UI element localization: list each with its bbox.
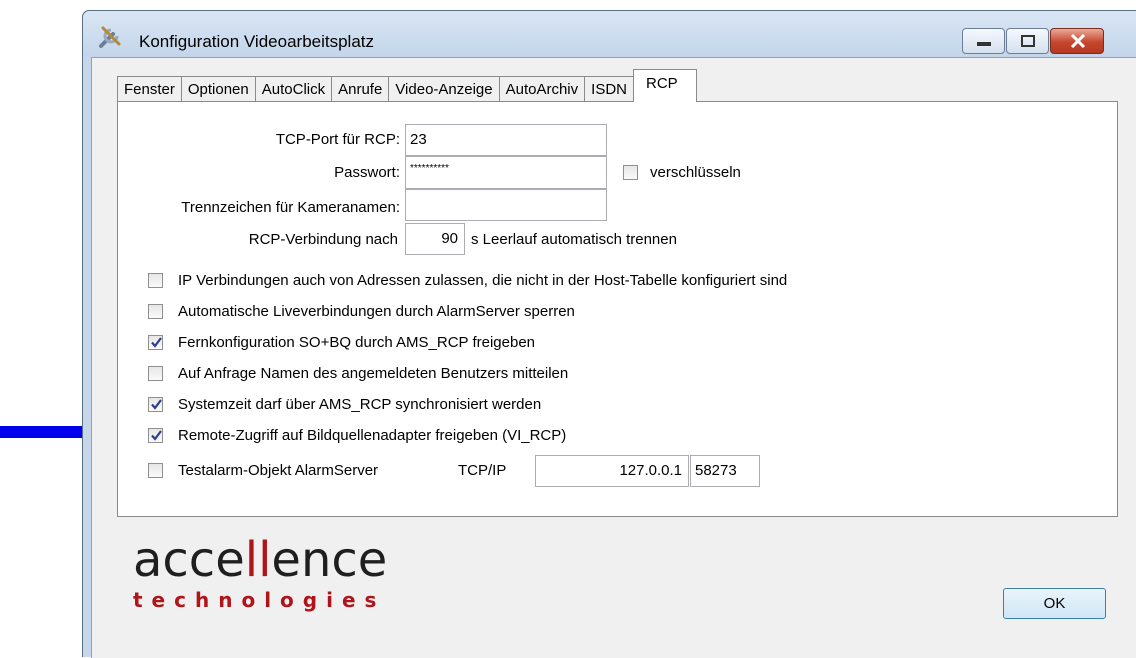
encrypt-checkbox[interactable] — [623, 165, 638, 180]
tcp-port-label: TCP-Port für RCP: — [275, 131, 400, 148]
accellence-logo: accellence — [133, 532, 388, 588]
testalarm-protocol-label: TCP/IP — [458, 462, 507, 479]
option-checkbox[interactable] — [148, 304, 163, 319]
tab-fenster[interactable]: Fenster — [117, 76, 182, 102]
option-checkbox[interactable] — [148, 428, 163, 443]
maximize-button[interactable] — [1006, 28, 1049, 54]
testalarm-port-input[interactable]: 58273 — [690, 455, 760, 487]
tab-video-anzeige[interactable]: Video-Anzeige — [388, 76, 500, 102]
testalarm-checkbox[interactable] — [148, 463, 163, 478]
title-bar[interactable]: Konfiguration Videoarbeitsplatz — [83, 11, 1136, 57]
logo-subtitle: technologies — [133, 588, 386, 612]
window-title: Konfiguration Videoarbeitsplatz — [139, 32, 375, 51]
tcp-port-input[interactable]: 23 — [405, 124, 607, 156]
password-label: Passwort: — [334, 164, 400, 181]
checkmark-icon — [151, 337, 162, 348]
tools-icon — [99, 26, 121, 48]
ok-button[interactable]: OK — [1003, 588, 1106, 619]
option-label: Fernkonfiguration SO+BQ durch AMS_RCP fr… — [178, 334, 535, 351]
tab-autoarchiv[interactable]: AutoArchiv — [498, 76, 586, 102]
minimize-button[interactable] — [962, 28, 1005, 54]
tab-isdn[interactable]: ISDN — [584, 76, 634, 102]
close-icon — [1070, 34, 1086, 48]
option-label: IP Verbindungen auch von Adressen zulass… — [178, 272, 788, 289]
option-label: Auf Anfrage Namen des angemeldeten Benut… — [178, 365, 569, 382]
rcp-timeout-input[interactable]: 90 — [405, 223, 465, 255]
tab-strip: Fenster Optionen AutoClick Anrufe Video-… — [117, 68, 697, 102]
password-input[interactable]: ********** — [405, 156, 607, 189]
option-label: Remote-Zugriff auf Bildquellenadapter fr… — [178, 427, 567, 444]
checkmark-icon — [151, 430, 162, 441]
option-checkbox[interactable] — [148, 366, 163, 381]
minimize-icon — [977, 42, 991, 46]
separator-input[interactable] — [405, 189, 607, 221]
option-label: Systemzeit darf über AMS_RCP synchronisi… — [178, 396, 542, 413]
option-checkbox[interactable] — [148, 397, 163, 412]
separator-label: Trennzeichen für Kameranamen: — [181, 199, 400, 216]
logo-highlight: ll — [244, 532, 272, 588]
testalarm-label: Testalarm-Objekt AlarmServer — [178, 462, 379, 479]
option-checkbox[interactable] — [148, 273, 163, 288]
option-checkbox[interactable] — [148, 335, 163, 350]
rcp-timeout-suffix: s Leerlauf automatisch trennen — [471, 231, 677, 248]
tab-anrufe[interactable]: Anrufe — [331, 76, 390, 102]
tab-optionen[interactable]: Optionen — [180, 76, 256, 102]
close-button[interactable] — [1050, 28, 1104, 54]
checkmark-icon — [151, 399, 162, 410]
testalarm-ip-input[interactable]: 127.0.0.1 — [535, 455, 689, 487]
maximize-icon — [1021, 35, 1035, 47]
tab-autoclick[interactable]: AutoClick — [254, 76, 333, 102]
rcp-connection-label: RCP-Verbindung nach — [248, 231, 398, 248]
encrypt-label: verschlüsseln — [650, 164, 741, 181]
option-label: Automatische Liveverbindungen durch Alar… — [178, 303, 575, 320]
tab-rcp[interactable]: RCP — [633, 69, 697, 102]
